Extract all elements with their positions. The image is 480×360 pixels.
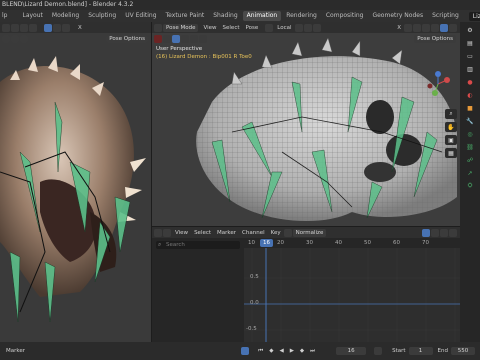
frame-ruler[interactable]: 10 20 30 40 50 60 70 16 <box>244 238 460 248</box>
filter-icon[interactable] <box>422 228 430 237</box>
jump-end-icon[interactable]: ⏭ <box>307 347 318 355</box>
tick-60: 60 <box>393 240 400 246</box>
tick-10: 10 <box>248 240 255 246</box>
value-tick-neg-0-5: -0.5 <box>246 326 257 332</box>
tab-rendering[interactable]: Rendering <box>282 11 321 21</box>
window-title: BLEND\Lizard Demon.blend] - Blender 4.3.… <box>0 0 480 10</box>
snap-icon[interactable] <box>440 228 448 237</box>
menu-select[interactable]: Select <box>191 229 214 237</box>
normalize-toggle[interactable]: Normalize <box>292 228 327 237</box>
menu-key[interactable]: Key <box>268 229 284 237</box>
creature-wireframe-render <box>196 37 457 222</box>
scene-tab-icon[interactable]: ● <box>464 77 476 87</box>
tab-texture-paint[interactable]: Texture Paint <box>162 11 209 21</box>
jump-start-icon[interactable]: ⏮ <box>255 347 266 355</box>
menu-view[interactable]: View <box>172 229 191 237</box>
graph-editor-header: View Select Marker Channel Key Normalize <box>152 227 460 238</box>
tab-geometry-nodes[interactable]: Geometry Nodes <box>368 11 427 21</box>
editor-icon[interactable] <box>154 228 162 237</box>
tab-sculpting[interactable]: Sculpting <box>84 11 120 21</box>
start-frame-field[interactable]: 1 <box>408 347 433 355</box>
camera-icon[interactable]: ▣ <box>445 135 457 145</box>
modifier-tab-icon[interactable]: 🔧 <box>464 116 476 126</box>
curve-grid <box>244 248 460 342</box>
play-icon[interactable]: ▶ <box>287 347 297 355</box>
tick-40: 40 <box>335 240 342 246</box>
menu-fragment[interactable]: lp <box>0 11 11 21</box>
autokey-icon[interactable] <box>241 347 250 355</box>
render-tab-icon[interactable]: ▤ <box>464 38 476 48</box>
tab-compositing[interactable]: Compositing <box>322 11 368 21</box>
curve-icon[interactable] <box>283 228 292 237</box>
pivot-icon[interactable] <box>431 228 439 237</box>
grid-icon[interactable]: ▦ <box>445 148 457 158</box>
physics-tab-icon[interactable]: ◎ <box>464 129 476 139</box>
tab-layout[interactable]: Layout <box>18 11 46 21</box>
timeline-bar: Marker ⏮ ◆ ◀ ▶ ◆ ⏭ 16 Start 1 End 550 <box>0 342 480 360</box>
channel-region: Search ⌕ <box>152 238 244 342</box>
data-tab-icon[interactable]: ☍ <box>464 155 476 165</box>
current-frame-indicator[interactable]: 16 <box>260 239 273 247</box>
workspace-bar: lp Layout Modeling Sculpting UV Editing … <box>0 10 480 38</box>
search-icon: ⌕ <box>158 241 162 248</box>
graph-editor[interactable]: View Select Marker Channel Key Normalize… <box>152 227 460 342</box>
tick-50: 50 <box>364 240 371 246</box>
object-tab-icon[interactable]: ■ <box>464 103 476 113</box>
current-frame-field[interactable]: 16 <box>336 347 367 355</box>
menu-marker[interactable]: Marker <box>214 229 239 237</box>
curve-area[interactable]: 10 20 30 40 50 60 70 16 0.5 0.0 -0.5 <box>244 238 460 342</box>
end-frame-field[interactable]: 550 <box>451 347 475 355</box>
menu-channel[interactable]: Channel <box>239 229 268 237</box>
left-viewport[interactable]: X Pose Options <box>0 22 151 342</box>
tick-70: 70 <box>422 240 429 246</box>
pin-icon[interactable] <box>163 228 171 237</box>
view-layer-tab-icon[interactable]: ▥ <box>464 64 476 74</box>
bone-tab-icon[interactable]: ↗ <box>464 168 476 178</box>
marker-menu[interactable]: Marker <box>3 347 28 355</box>
tab-uv-editing[interactable]: UV Editing <box>121 11 160 21</box>
value-tick-0-5: 0.5 <box>250 274 259 280</box>
search-input[interactable]: Search <box>156 241 240 249</box>
proportional-icon[interactable] <box>449 228 457 237</box>
tab-modeling[interactable]: Modeling <box>48 11 83 21</box>
tick-20: 20 <box>277 240 284 246</box>
scene-name-field[interactable]: Lizard Demon Run <box>468 11 480 38</box>
object-info-label: (16) Lizard Demon : Bip001 R Toe0 <box>156 54 252 60</box>
tool-tab-icon[interactable]: ⚙ <box>464 25 476 35</box>
viewport-nav-buttons: ⌕ ✋ ▣ ▦ <box>445 106 457 158</box>
properties-tab-strip: ⚙ ▤ ▭ ▥ ● ◐ ■ 🔧 ◎ ⛓ ☍ ↗ ⛭ <box>460 22 480 342</box>
constraints-tab-icon[interactable]: ⛓ <box>464 142 476 152</box>
tick-30: 30 <box>306 240 313 246</box>
main-viewport[interactable]: Pose Mode View Select Pose Local X Pose … <box>152 22 460 226</box>
value-tick-0-0: 0.0 <box>250 300 259 306</box>
creature-render-left <box>0 56 146 323</box>
tab-shading[interactable]: Shading <box>209 11 241 21</box>
world-tab-icon[interactable]: ◐ <box>464 90 476 100</box>
workspace-tabs: Layout Modeling Sculpting UV Editing Tex… <box>18 11 463 21</box>
bone-constraint-tab-icon[interactable]: ⛭ <box>464 181 476 191</box>
tab-animation[interactable]: Animation <box>242 11 282 21</box>
pan-hand-icon[interactable]: ✋ <box>445 122 457 132</box>
end-label: End <box>437 348 448 354</box>
prev-key-icon[interactable]: ◆ <box>266 347 276 355</box>
play-reverse-icon[interactable]: ◀ <box>276 347 286 355</box>
next-key-icon[interactable]: ◆ <box>297 347 307 355</box>
start-label: Start <box>392 348 406 354</box>
preview-range-icon[interactable] <box>374 347 383 355</box>
zoom-icon[interactable]: ⌕ <box>445 109 457 119</box>
view-name-label: User Perspective <box>156 46 203 52</box>
tab-scripting[interactable]: Scripting <box>428 11 463 21</box>
output-tab-icon[interactable]: ▭ <box>464 51 476 61</box>
